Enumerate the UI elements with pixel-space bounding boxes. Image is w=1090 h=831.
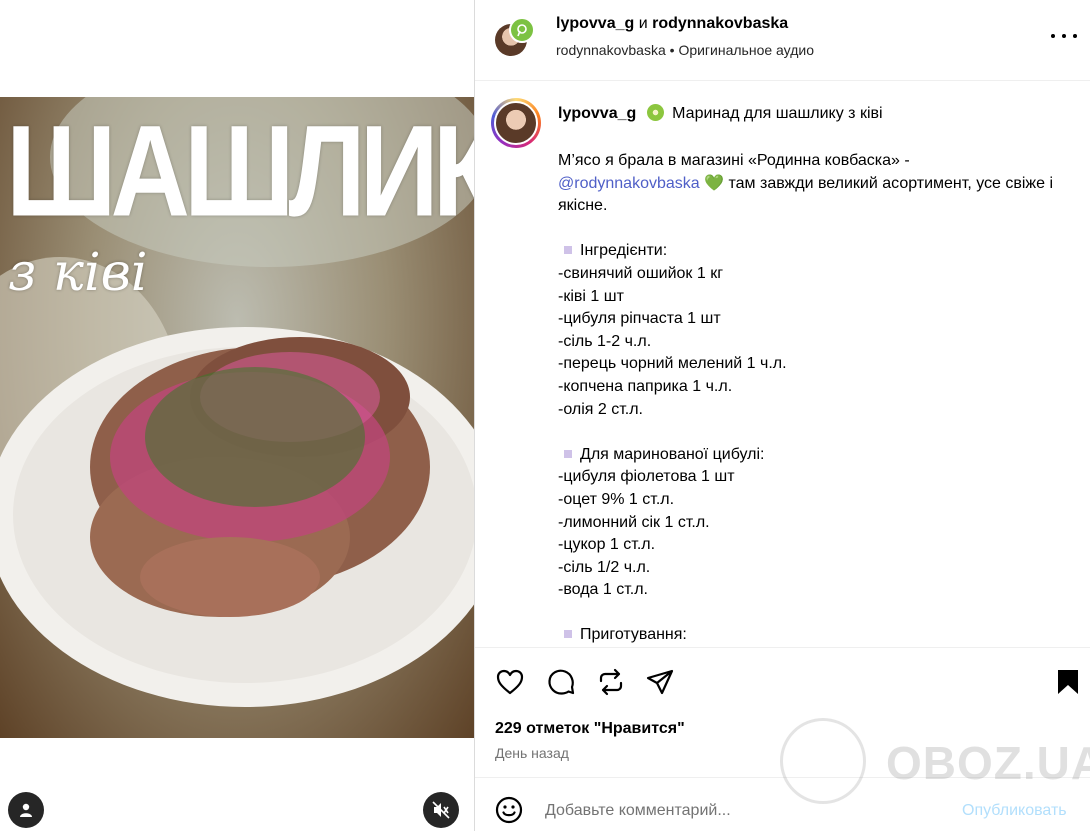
comment-bubble-icon <box>548 669 575 695</box>
emoji-button[interactable] <box>494 795 524 825</box>
smiley-icon <box>495 796 523 824</box>
bullet-icon <box>564 449 572 458</box>
media-pane: ШАШЛИК з ківі <box>0 0 474 831</box>
onion-heading: Для маринованої цибулі: <box>558 444 1078 467</box>
onion-item: -цибуля фіолетова 1 шт <box>558 468 735 486</box>
author-link[interactable]: lypovva_g <box>556 15 634 32</box>
caption-header: lypovva_g Маринад для шашлику з ківі <box>558 104 883 123</box>
more-dots-icon <box>1051 34 1055 38</box>
authors-conjunction: и <box>638 15 648 32</box>
onion-item: -цукор 1 ст.л. <box>558 536 656 554</box>
more-options-button[interactable] <box>1051 26 1077 46</box>
ingredient-item: -свинячий ошийок 1 кг <box>558 264 724 282</box>
bullet-icon <box>564 630 572 639</box>
ingredient-item: -перець чорний мелений 1 ч.л. <box>558 355 787 373</box>
comment-button[interactable] <box>546 667 576 697</box>
speaker-muted-icon <box>432 801 450 819</box>
ingredient-item: -цибуля ріпчаста 1 шт <box>558 310 721 328</box>
bullet-icon <box>564 246 572 255</box>
publish-button[interactable]: Опубликовать <box>962 802 1067 820</box>
onion-item: -лимонний сік 1 ст.л. <box>558 513 710 531</box>
caption-scroll-area[interactable]: lypovva_g Маринад для шашлику з ківі М’я… <box>475 82 1090 647</box>
green-heart-icon: 💚 <box>704 174 725 192</box>
separator-dot: • <box>669 42 675 58</box>
caption-body: М’ясо я брала в магазині «Родинна ковбас… <box>558 150 1078 647</box>
audio-owner-link[interactable]: rodynnakovbaska <box>556 42 666 58</box>
post-side-pane: lypovva_g и rodynnakovbaska rodynnakovba… <box>474 0 1090 831</box>
caption-intro: М’ясо я брала в магазині «Родинна ковбас… <box>558 152 1054 215</box>
heart-icon <box>496 669 524 695</box>
avatar <box>494 101 538 145</box>
comment-input[interactable] <box>545 800 945 822</box>
bookmark-icon <box>1058 670 1078 694</box>
like-button[interactable] <box>495 667 525 697</box>
comment-bar: Опубликовать <box>475 777 1090 831</box>
post-authors: lypovva_g и rodynnakovbaska <box>556 15 788 33</box>
save-button[interactable] <box>1053 667 1083 697</box>
caption-avatar-ring[interactable] <box>491 98 541 148</box>
caption-title: Маринад для шашлику з ківі <box>672 105 883 122</box>
coauthor-link[interactable]: rodynnakovbaska <box>652 15 788 32</box>
post-actions: 229 отметок "Нравится" День назад <box>475 647 1090 777</box>
overlay-title: ШАШЛИК <box>6 98 474 244</box>
onion-item: -сіль 1/2 ч.л. <box>558 558 651 576</box>
kiwi-emoji-icon <box>646 104 664 121</box>
paper-plane-icon <box>646 669 674 695</box>
likes-count[interactable]: 229 отметок "Нравится" <box>495 720 685 738</box>
ingredient-item: -олія 2 ст.л. <box>558 400 643 418</box>
brand-logo-icon <box>517 24 527 37</box>
repost-icon <box>599 668 623 696</box>
mute-button[interactable] <box>423 792 459 828</box>
post-subline: rodynnakovbaska • Оригинальное аудио <box>556 42 814 58</box>
onion-item: -вода 1 ст.л. <box>558 581 648 599</box>
post-image[interactable]: ШАШЛИК з ківі <box>0 97 474 738</box>
onion-item: -оцет 9% 1 ст.л. <box>558 490 675 508</box>
mention-link[interactable]: @rodynnakovbaska <box>558 175 700 192</box>
user-tag-button[interactable] <box>8 792 44 828</box>
audio-link[interactable]: Оригинальное аудио <box>678 42 814 58</box>
prep-heading: Приготування: <box>558 624 1078 647</box>
collab-avatar-badge[interactable] <box>509 17 535 43</box>
overlay-subtitle: з ківі <box>8 243 148 303</box>
ingredient-item: -сіль 1-2 ч.л. <box>558 332 652 350</box>
share-button[interactable] <box>645 667 675 697</box>
ingredients-heading: Інгредієнти: <box>558 240 1078 263</box>
post-timestamp[interactable]: День назад <box>495 745 569 761</box>
user-icon <box>20 803 32 817</box>
ingredient-item: -ківі 1 шт <box>558 287 624 305</box>
caption-username[interactable]: lypovva_g <box>558 105 636 122</box>
post-header: lypovva_g и rodynnakovbaska rodynnakovba… <box>475 0 1090 81</box>
ingredient-item: -копчена паприка 1 ч.л. <box>558 377 733 395</box>
repost-button[interactable] <box>596 667 626 697</box>
